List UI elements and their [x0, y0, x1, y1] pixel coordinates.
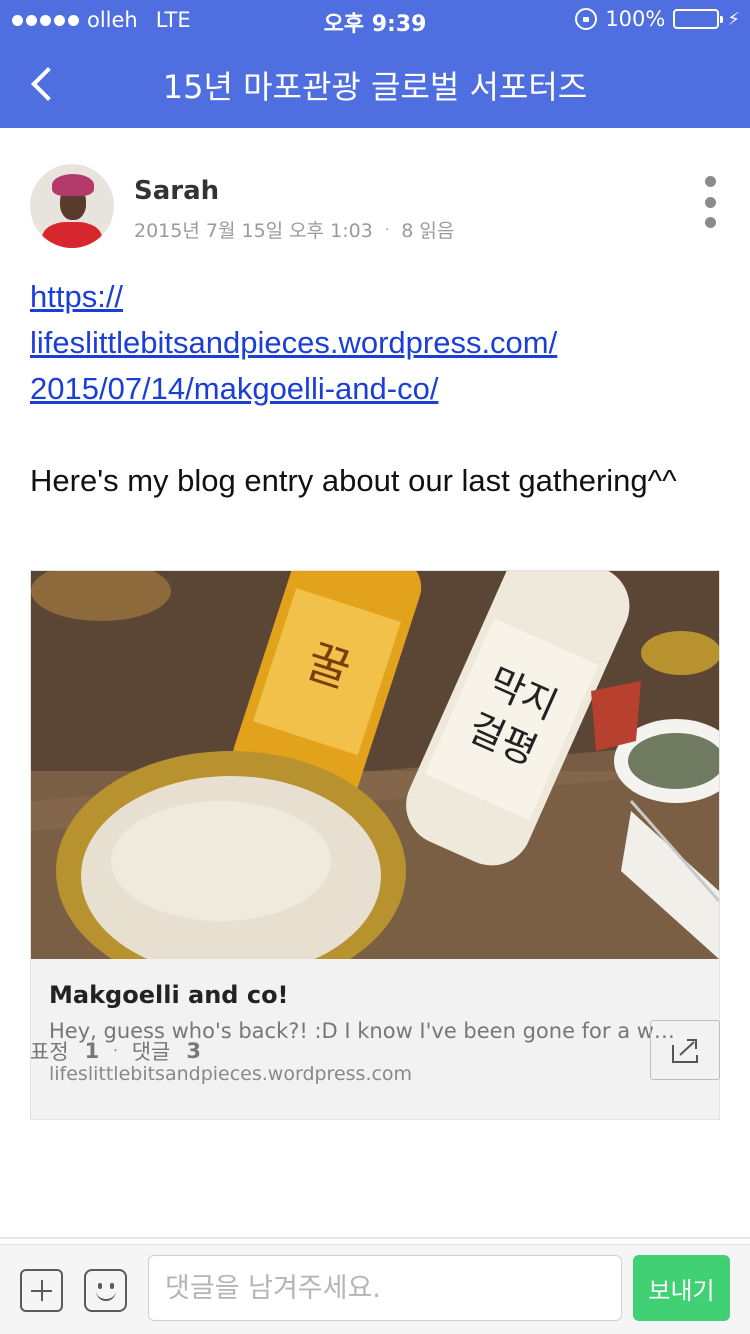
share-button[interactable] — [650, 1020, 720, 1080]
status-bar: olleh LTE 오후 9:39 100% ⚡ — [0, 0, 750, 40]
post-meta: 2015년 7월 15일 오후 1:03 · 8 읽음 — [134, 216, 454, 243]
meta-separator: · — [384, 221, 390, 238]
reactions-label[interactable]: 표정 — [30, 1036, 69, 1066]
author-name[interactable]: Sarah — [134, 176, 219, 206]
post-link-line2[interactable]: lifeslittlebitsandpieces.wordpress.com/ — [30, 320, 720, 366]
header-bar: olleh LTE 오후 9:39 100% ⚡ 15년 마포관광 글로벌 서포… — [0, 0, 750, 128]
nav-bar: 15년 마포관광 글로벌 서포터즈 — [0, 40, 750, 128]
comment-input[interactable] — [148, 1255, 622, 1321]
back-button[interactable] — [26, 60, 66, 108]
comments-count: 3 — [186, 1039, 201, 1063]
preview-image: 꿀 막지 걸평 — [31, 571, 719, 959]
post-body: Here's my blog entry about our last gath… — [30, 463, 677, 498]
send-button[interactable]: 보내기 — [633, 1255, 730, 1321]
makgeolli-photo: 꿀 막지 걸평 — [31, 571, 719, 959]
stats-separator: · — [113, 1043, 118, 1059]
comments-label[interactable]: 댓글 — [132, 1036, 171, 1066]
more-options-icon[interactable] — [696, 176, 724, 228]
comment-composer: 보내기 — [0, 1244, 750, 1334]
avatar[interactable] — [30, 164, 114, 248]
share-icon — [672, 1039, 698, 1063]
divider — [0, 1237, 750, 1239]
preview-title: Makgoelli and co! — [49, 981, 289, 1009]
post-link-line1[interactable]: https:// — [30, 274, 720, 320]
rotation-lock-icon — [575, 8, 598, 30]
reactions-count: 1 — [84, 1039, 100, 1063]
add-attachment-button[interactable] — [20, 1269, 63, 1312]
post-stats: 표정 1 · 댓글 3 — [30, 1036, 201, 1066]
preview-domain: lifeslittlebitsandpieces.wordpress.com — [49, 1063, 413, 1085]
page-title: 15년 마포관광 글로벌 서포터즈 — [162, 68, 588, 106]
charging-icon: ⚡ — [727, 8, 740, 30]
post-link-line3[interactable]: 2015/07/14/makgoelli-and-co/ — [30, 366, 720, 412]
battery-icon — [673, 9, 724, 29]
status-right: 100% ⚡ — [575, 7, 740, 31]
battery-percent: 100% — [605, 7, 666, 31]
emoji-button[interactable] — [84, 1269, 127, 1312]
read-count: 8 읽음 — [401, 220, 455, 242]
post-link[interactable]: https:// lifeslittlebitsandpieces.wordpr… — [30, 274, 720, 412]
post-date: 2015년 7월 15일 오후 1:03 — [134, 220, 373, 242]
